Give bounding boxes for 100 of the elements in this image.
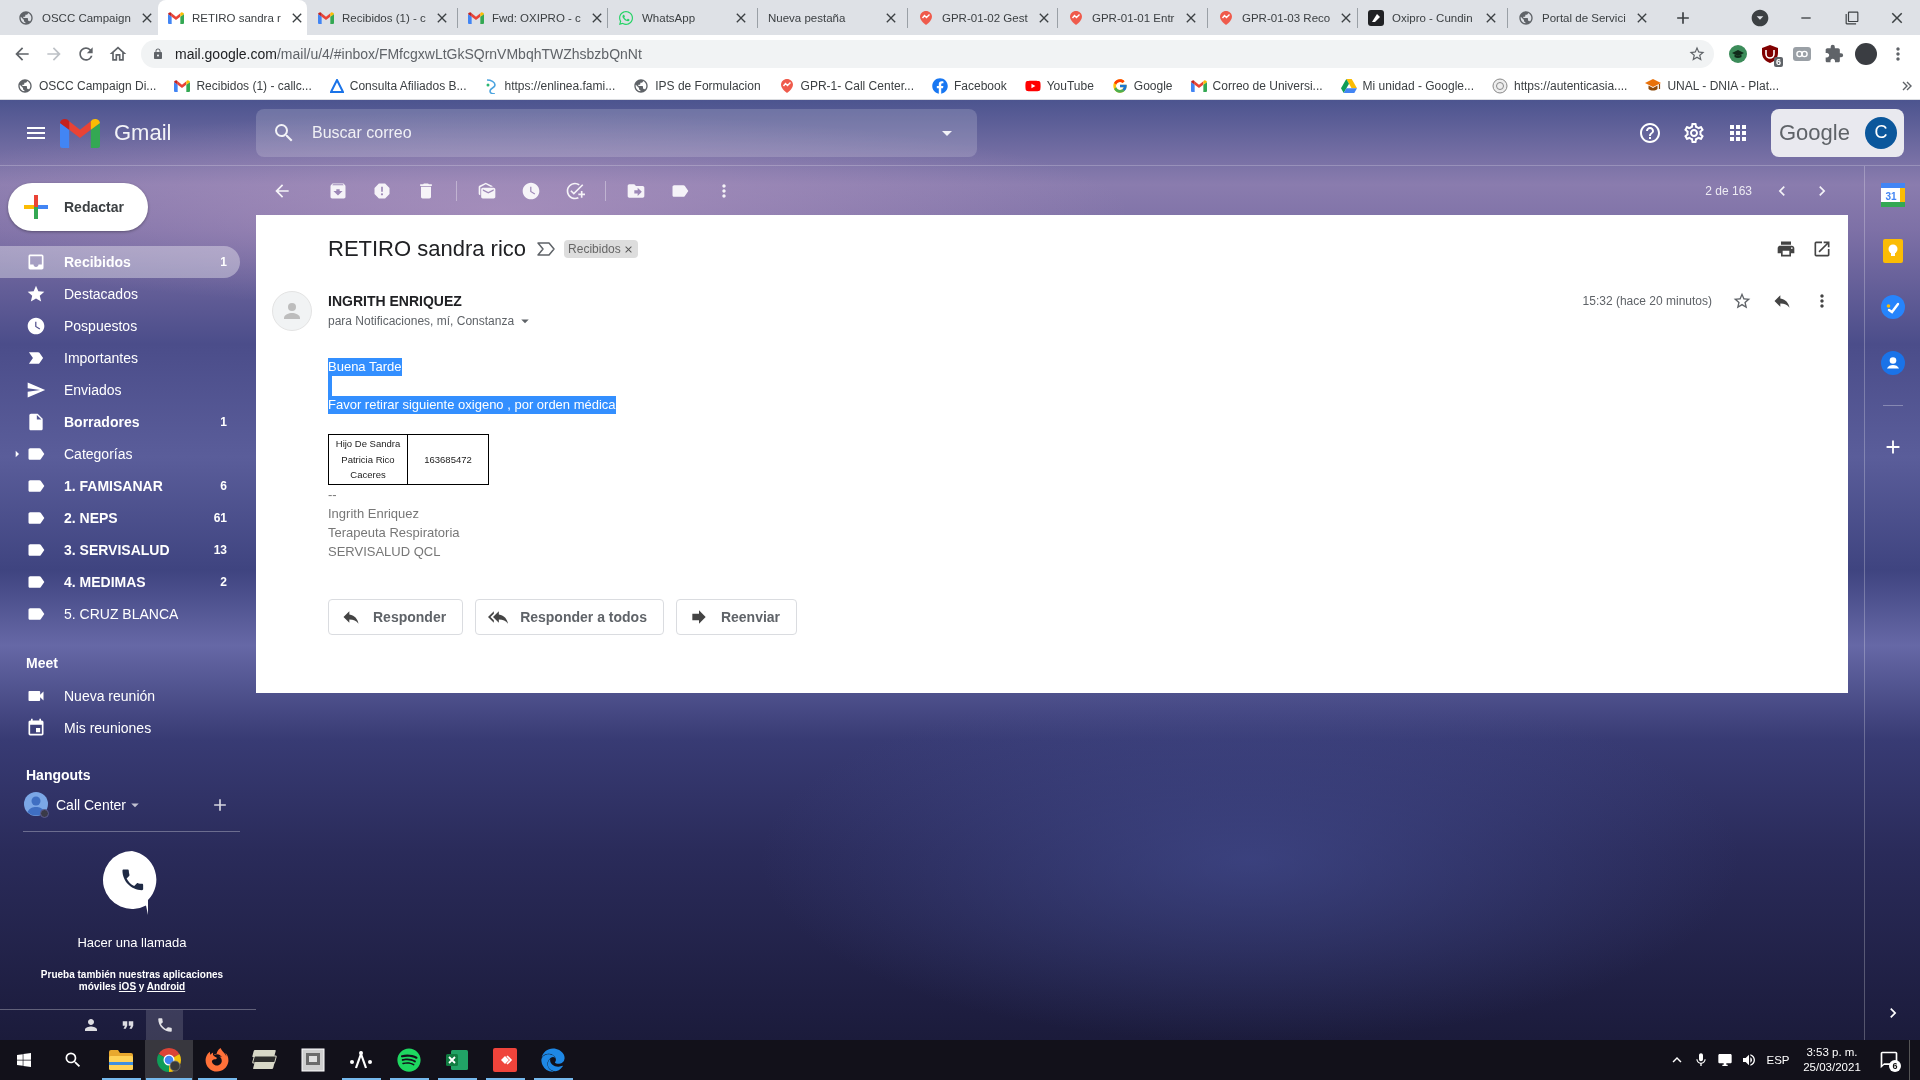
folder-item[interactable]: 3. SERVISALUD 13 [0,534,240,566]
bookmark[interactable]: Consulta Afiliados B... [320,73,476,98]
graduation-cap-icon[interactable] [1729,44,1747,63]
signature-separator: -- [328,485,337,504]
pin-logo-icon [778,77,795,94]
browser-tab[interactable]: GPR-01-01 Entr [1058,0,1207,35]
bookmark[interactable]: Recibidos (1) - callc... [165,73,321,98]
unread-count: 1 [220,255,227,269]
envelope-icon[interactable] [477,180,497,201]
browser-tab[interactable]: WhatsApp [608,0,757,35]
color-wheel-icon [157,1048,181,1072]
browser-tab[interactable]: GPR-01-03 Reco [1208,0,1357,35]
folder-icon [109,1050,133,1070]
bookmark[interactable]: Google [1102,73,1182,98]
help-icon[interactable] [1638,120,1662,145]
check-circle-icon[interactable] [1880,295,1905,319]
meet-item[interactable]: Nueva reunión [0,680,240,712]
puzzle-icon[interactable] [1824,43,1844,64]
browser-tab[interactable]: OSCC Campaign [8,0,157,35]
bookmark[interactable]: UNAL - DNIA - Plat... [1636,73,1788,98]
browser-tab[interactable]: GPR-01-02 Gest [908,0,1057,35]
bookmark[interactable]: IPS de Formulacion [624,73,770,98]
action-button[interactable]: Responder [328,598,464,635]
shield-icon[interactable] [1762,44,1778,63]
folder-item[interactable]: 1. FAMISANAR 6 [0,470,240,502]
graduation-cap-icon [1645,79,1662,92]
print-icon[interactable] [1776,239,1796,259]
search-field[interactable]: Buscar correo [256,108,977,157]
bookmark[interactable]: Correo de Universi... [1181,73,1332,98]
bookmark[interactable]: OSCC Campaign Di... [8,73,166,98]
microphone-icon[interactable] [1693,1052,1709,1068]
clock-button[interactable]: 3:53 p. m. 25/03/2021 [1795,1040,1869,1080]
folder-item[interactable]: 4. MEDIMAS 2 [0,566,240,598]
browser-tab[interactable]: RETIRO sandra r [158,0,307,35]
app-link[interactable]: iOS [118,981,137,992]
star-icon[interactable] [1732,291,1752,311]
spreadsheet-icon [445,1048,469,1072]
lightbulb-icon[interactable] [1882,239,1903,263]
browser-tab[interactable]: Oxipro - Cundin [1358,0,1507,35]
folder-item[interactable]: Enviados [0,374,240,406]
folder-item[interactable]: Destacados [0,278,240,310]
taskbar-app[interactable] [145,1040,193,1080]
bookmark[interactable]: https://autenticasia.... [1483,73,1637,98]
user-name[interactable]: Call Center [56,797,127,813]
account-button[interactable]: Google C [1771,108,1904,157]
globe-icon [633,77,650,94]
search-input[interactable]: Buscar correo [312,120,927,145]
monitor-icon[interactable] [1717,1052,1733,1068]
dark-square-icon [1368,9,1384,26]
pin-logo-icon [1068,9,1084,26]
body-text: Favor retirar siguiente oxigeno , por orden médica [328,396,616,414]
bookmark[interactable]: Facebook [923,73,1016,98]
meet-item[interactable]: Mis reuniones [0,712,240,744]
chat-tab[interactable] [146,1010,183,1040]
folder-item[interactable]: Borradores 1 [0,406,240,438]
address-field[interactable]: mail.google.com/mail/u/4/#inbox/FMfcgxwLtGkSQrnVMbqhTWZhsbzbQnNt [141,39,1714,68]
folder-item[interactable]: 2. NEPS 61 [0,502,240,534]
browser-tab[interactable]: Recibidos (1) - c [308,0,457,35]
account-avatar[interactable]: C [1865,116,1897,149]
diamond-tile-icon [493,1048,517,1072]
framed-box-icon [301,1048,325,1072]
rings-tile-icon[interactable] [1793,46,1811,61]
file-icon [26,412,46,432]
language-button[interactable]: ESP [1761,1040,1795,1080]
table-cell: Hijo De Sandra Patricia Rico Caceres [328,434,408,484]
folder-item[interactable]: Importantes [0,342,240,374]
phone-bubble-icon [618,9,634,26]
action-button[interactable]: Reenviar [675,598,798,635]
app-link[interactable]: Android [146,981,186,992]
bookmark[interactable]: Mi unidad - Google... [1331,73,1483,98]
bookmark[interactable]: https://enlinea.fami... [475,73,625,98]
folder-item[interactable]: 5. CRUZ BLANCA [0,598,240,630]
settings-icon[interactable] [1682,120,1706,145]
browser-tab[interactable]: Fwd: OXIPRO - c [458,0,607,35]
browser-tab[interactable]: Nueva pestaña [758,0,907,35]
label-chip[interactable]: Recibidos [564,240,638,258]
app-name: Gmail [114,119,172,146]
m-logo-icon [1190,79,1207,92]
profile-avatar[interactable] [1855,42,1877,65]
section-heading: Hangouts [25,766,92,784]
add-task-icon[interactable] [565,180,585,201]
chevrons-icon[interactable] [1902,80,1912,91]
lock-icon [152,47,164,60]
browser-tab[interactable]: Portal de Servici [1508,0,1657,35]
restore-icon[interactable] [1844,10,1859,25]
clock-icon[interactable] [521,180,541,201]
folder-item[interactable]: Pospuestos [0,310,240,342]
calendar-app-button[interactable]: 31 [1880,183,1905,207]
action-button[interactable]: Responder a todos [475,598,664,635]
phone-icon [155,1016,174,1034]
person-circle-icon[interactable] [1880,351,1905,375]
volume-icon[interactable] [1741,1052,1757,1068]
bookmark[interactable]: GPR-1- Call Center... [769,73,923,98]
fox-globe-icon [205,1048,229,1072]
new-window-icon[interactable] [1812,239,1832,259]
folder-item[interactable]: Categorías [0,438,240,470]
unread-count: 1 [220,415,227,429]
bookmark[interactable]: YouTube [1015,73,1103,98]
signature-line: SERVISALUD QCL [328,542,441,561]
compose-button[interactable]: Redactar [8,183,148,231]
